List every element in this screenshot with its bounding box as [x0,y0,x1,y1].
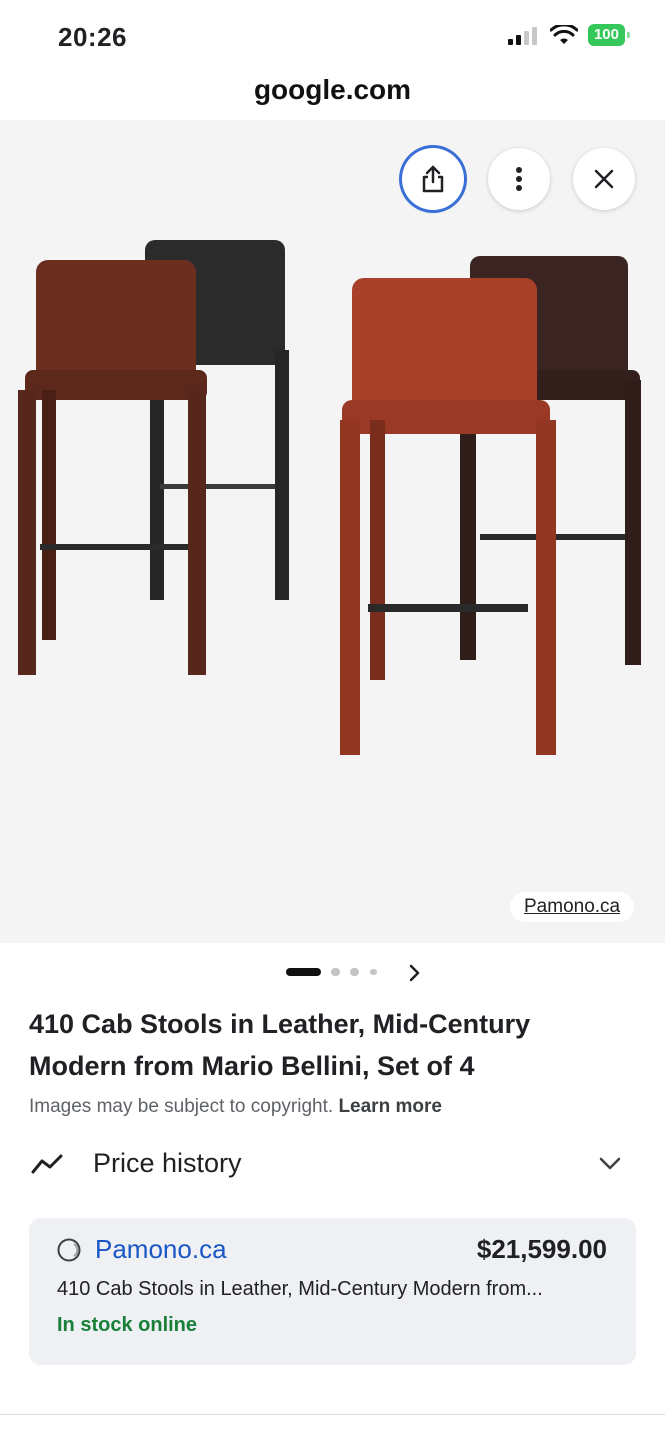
seller-link[interactable]: Pamono.ca [95,1234,227,1265]
stock-status: In stock online [57,1314,198,1336]
image-source-link[interactable]: Pamono.ca [510,892,635,922]
share-icon [422,165,444,193]
close-button[interactable] [573,148,635,210]
status-bar: 20:26 100 [0,0,665,70]
carousel-indicator [0,958,665,986]
carousel-dot[interactable] [370,969,377,975]
offer-description: 410 Cab Stools in Leather, Mid-Century M… [57,1278,543,1300]
share-button[interactable] [402,148,464,210]
status-icons: 100 [507,24,631,46]
copyright-notice: Images may be subject to copyright. Lear… [29,1096,442,1118]
product-image-viewer[interactable]: Pamono.ca [0,120,665,943]
product-title: 410 Cab Stools in Leather, Mid-Century M… [29,1009,531,1081]
copyright-text: Images may be subject to copyright. [29,1096,334,1117]
price-history-label: Price history [93,1148,242,1178]
cellular-signal-icon [507,27,537,45]
carousel-dot[interactable] [350,968,359,976]
battery-indicator: 100 [587,24,631,46]
divider [0,1414,665,1415]
globe-icon [57,1238,81,1262]
chevron-down-icon[interactable] [598,1156,622,1172]
carousel-dot[interactable] [331,968,340,976]
offer-price: $21,599.00 [476,1234,607,1264]
status-time: 20:26 [58,22,127,52]
wifi-icon [549,25,578,44]
offer-card[interactable]: Pamono.ca $21,599.00 410 Cab Stools in L… [29,1218,636,1365]
more-vertical-icon [516,167,522,191]
trend-line-icon [31,1154,63,1174]
price-history-row[interactable]: Price history [0,1140,665,1190]
url-text: google.com [253,74,412,105]
learn-more-link[interactable]: Learn more [338,1096,441,1117]
carousel-dot-active[interactable] [286,968,321,976]
product-image [18,240,641,755]
chevron-right-icon[interactable] [405,960,425,986]
address-bar[interactable]: google.com [0,70,665,121]
close-icon [594,169,614,189]
more-options-button[interactable] [488,148,550,210]
